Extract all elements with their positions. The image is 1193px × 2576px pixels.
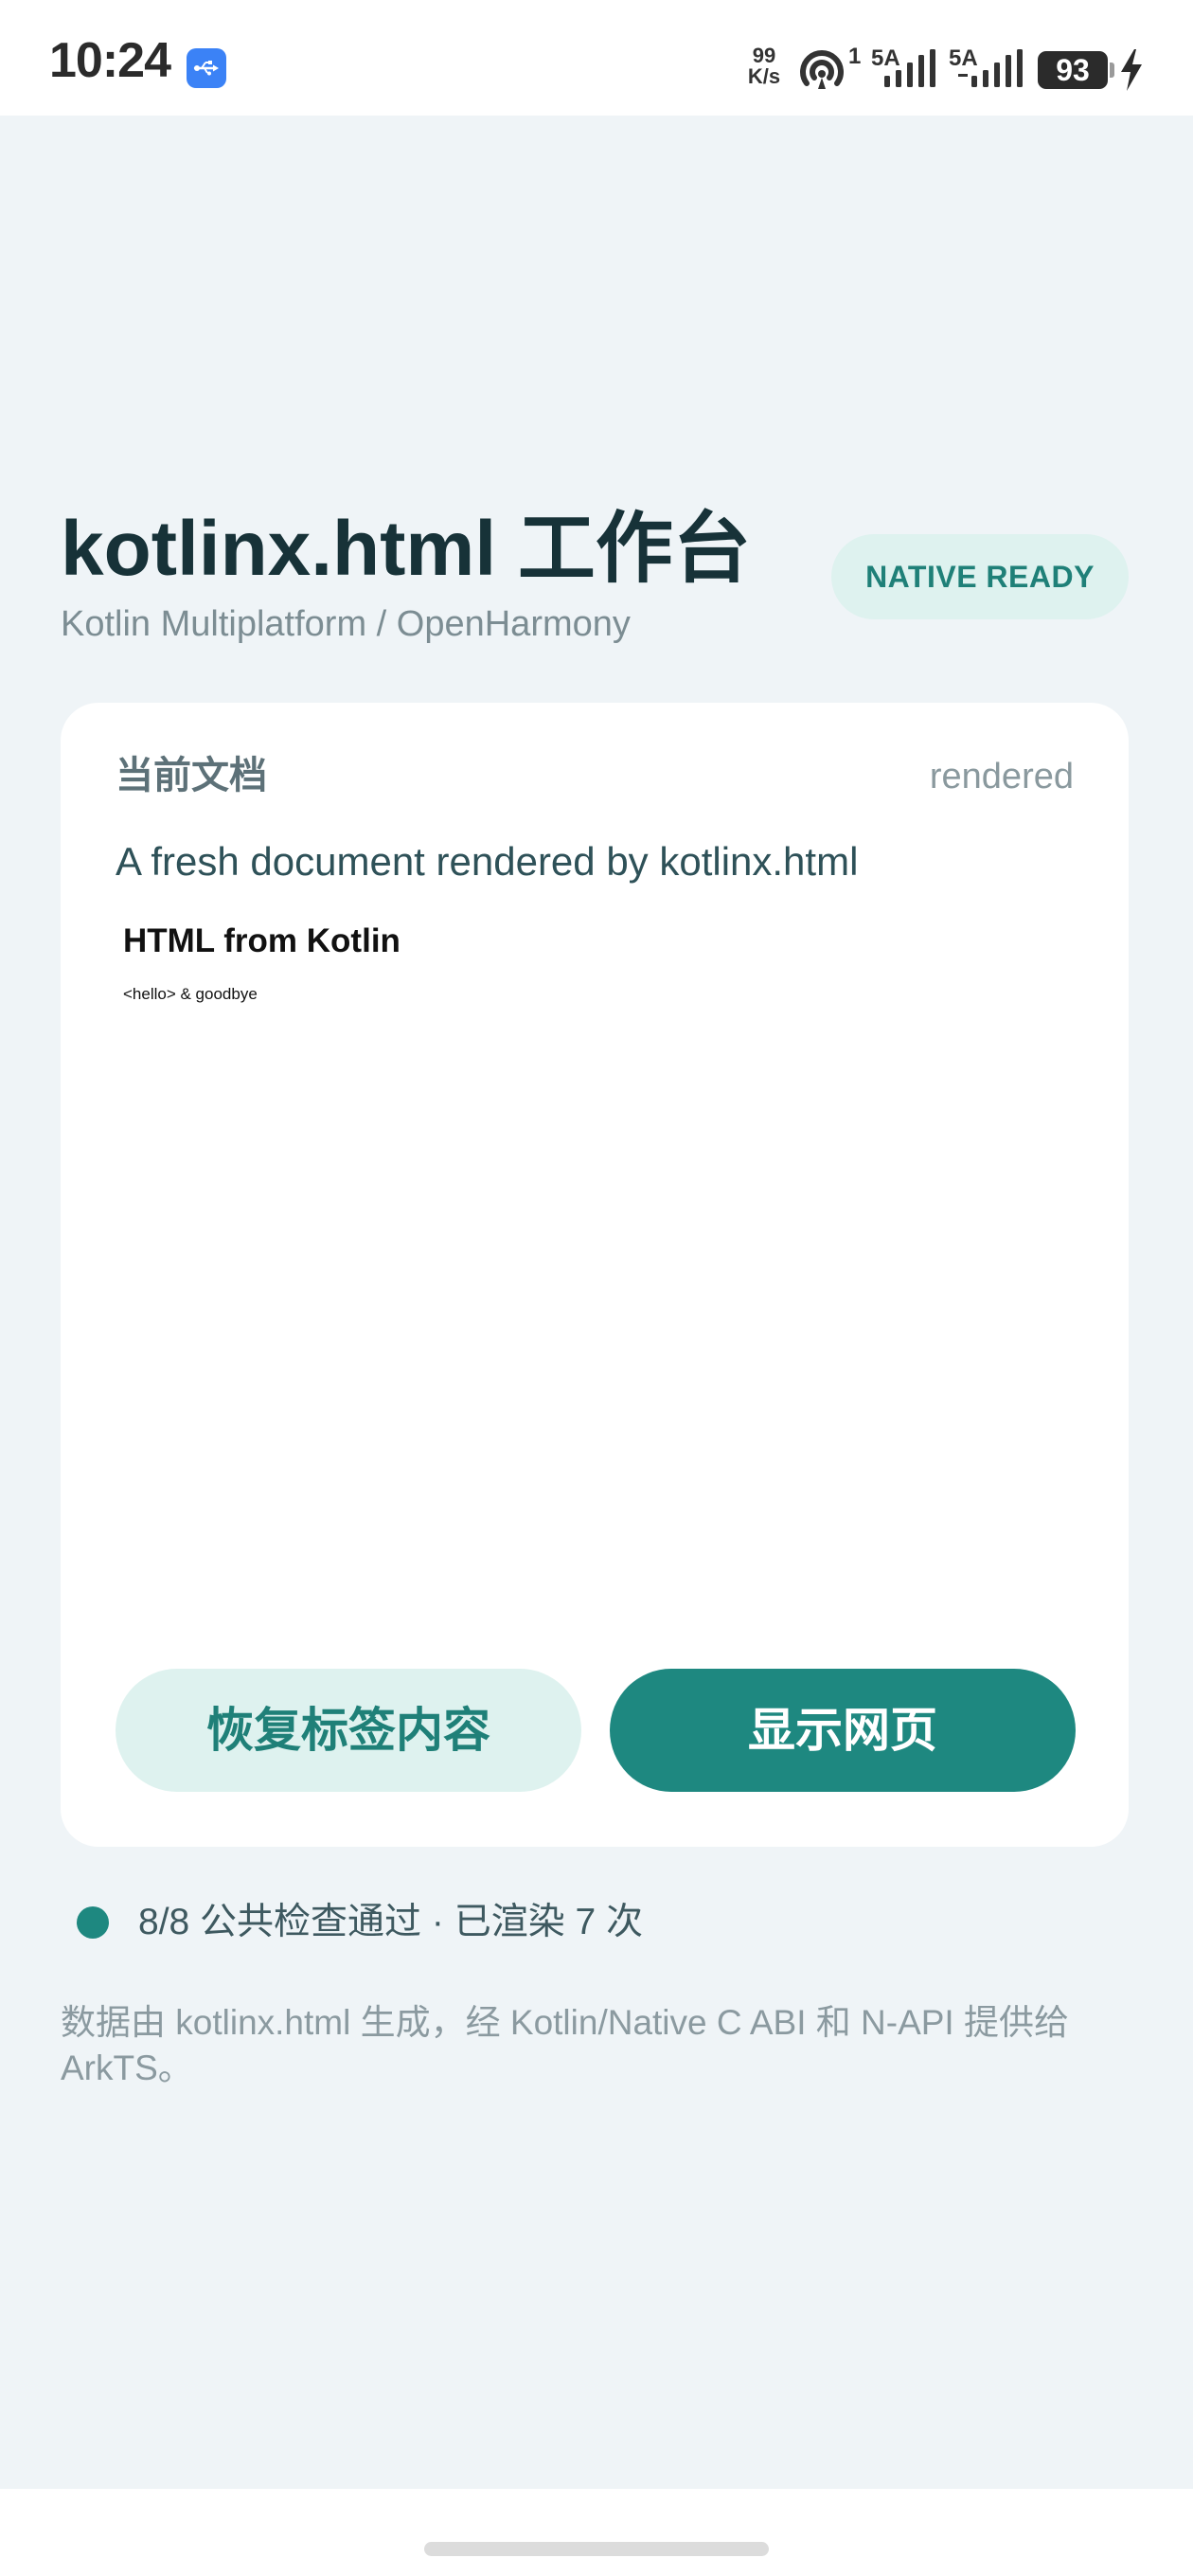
html-preview[interactable]: HTML from Kotlin <hello> & goodbye bbox=[116, 917, 1074, 1409]
battery-indicator: 93 bbox=[1038, 51, 1108, 89]
document-state: rendered bbox=[929, 757, 1074, 796]
footnote: 数据由 kotlinx.html 生成，经 Kotlin/Native C AB… bbox=[61, 2003, 1069, 2087]
status-time: 10:24 bbox=[49, 33, 171, 88]
hotspot-count: 1 bbox=[848, 44, 862, 69]
usb-icon bbox=[187, 48, 226, 88]
document-label: 当前文档 bbox=[116, 755, 267, 796]
preview-heading: HTML from Kotlin bbox=[123, 922, 401, 959]
battery-nub bbox=[1110, 63, 1114, 78]
status-bar: 10:24 99 K/s 1 5A 5A 93 bbox=[0, 0, 1193, 116]
document-card: 当前文档 rendered A fresh document rendered … bbox=[61, 703, 1129, 1847]
network-speed: 99 K/s bbox=[747, 44, 781, 88]
check-status-text: 8/8 公共检查通过 · 已渲染 7 次 bbox=[138, 1902, 644, 1942]
navigation-bar bbox=[0, 2489, 1193, 2576]
signal-icon bbox=[884, 49, 935, 87]
page-subtitle: Kotlin Multiplatform / OpenHarmony bbox=[61, 604, 631, 644]
show-webpage-button[interactable]: 显示网页 bbox=[610, 1669, 1076, 1792]
home-indicator[interactable] bbox=[424, 2542, 769, 2556]
page-title: kotlinx.html 工作台 bbox=[61, 506, 751, 592]
preview-body: <hello> & goodbye bbox=[123, 985, 258, 1003]
native-ready-badge: NATIVE READY bbox=[831, 534, 1129, 619]
document-summary: A fresh document rendered by kotlinx.htm… bbox=[116, 839, 859, 884]
check-status-dot bbox=[77, 1906, 109, 1939]
restore-tags-button[interactable]: 恢复标签内容 bbox=[116, 1669, 581, 1792]
hotspot-icon bbox=[800, 50, 844, 89]
signal-icon bbox=[958, 49, 1023, 87]
charging-bolt-icon bbox=[1121, 49, 1142, 91]
